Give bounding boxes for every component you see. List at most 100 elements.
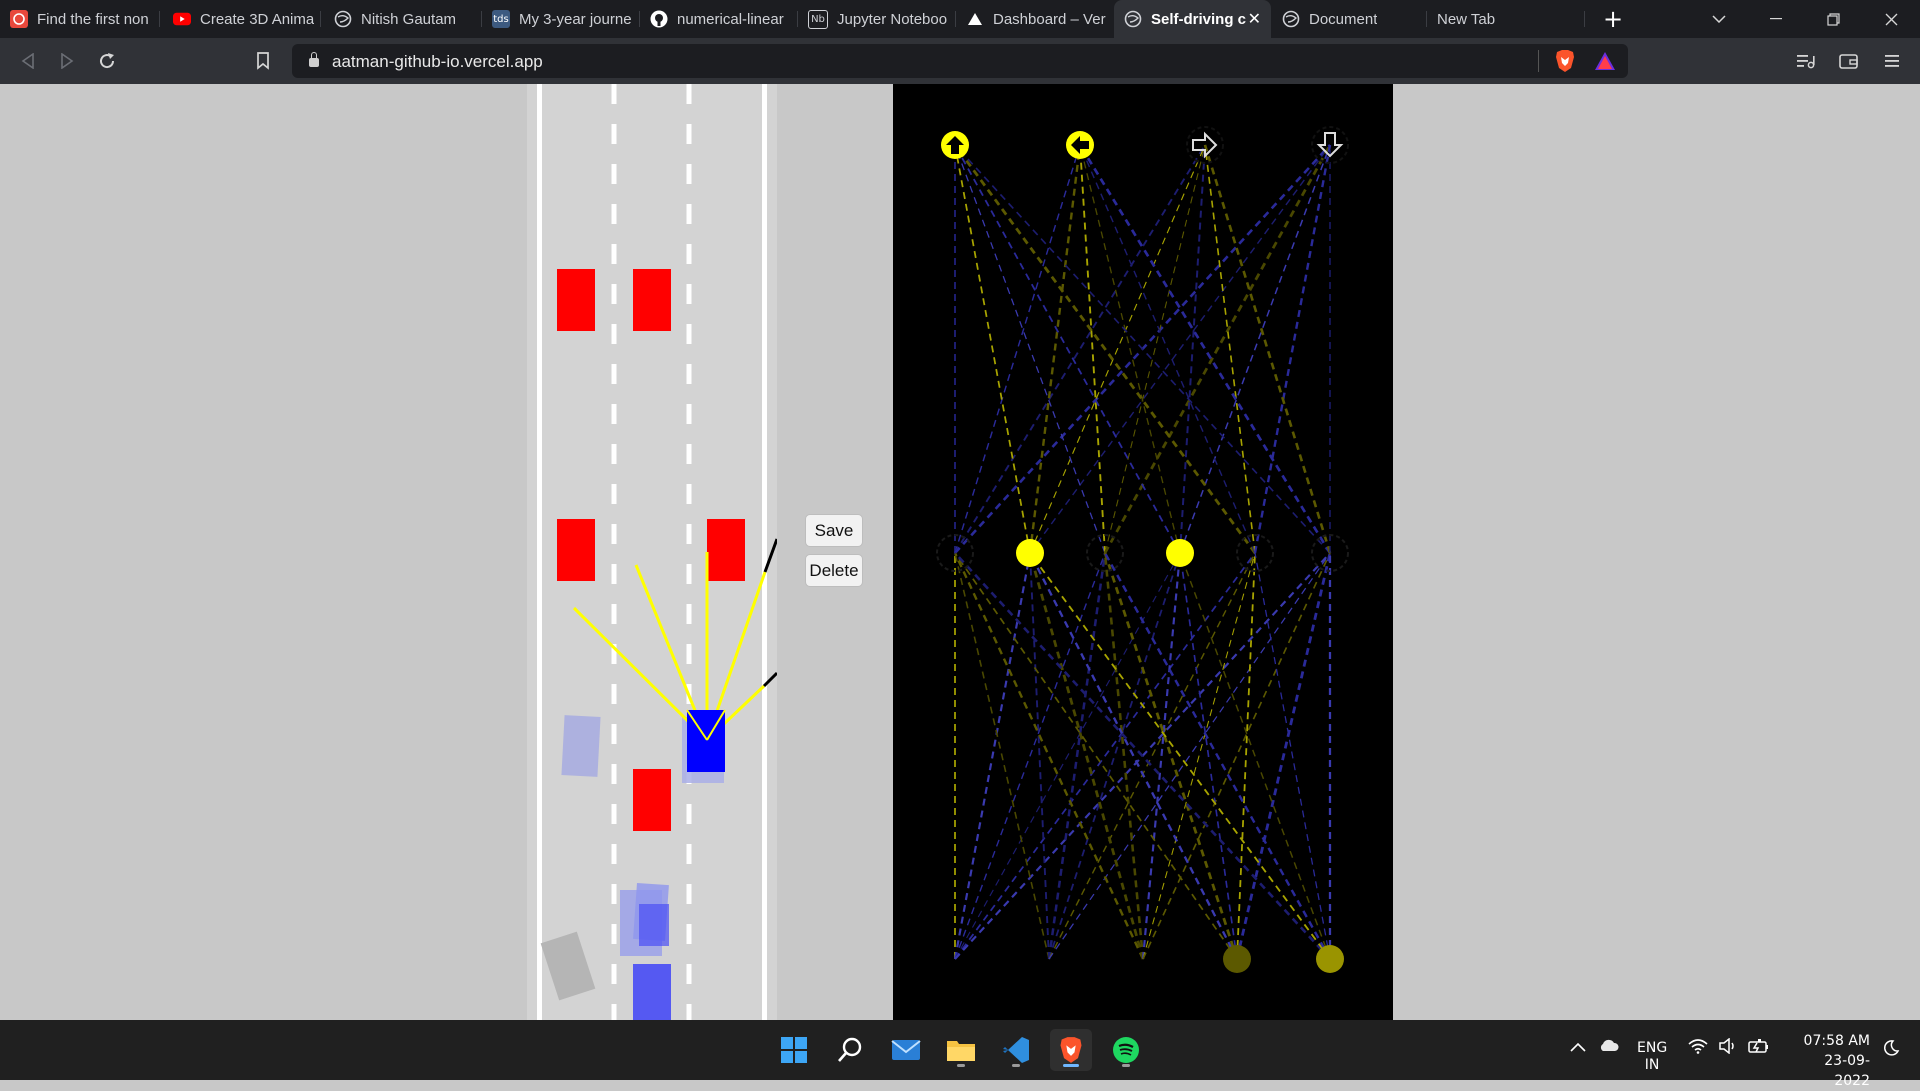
network-link [953, 144, 1257, 554]
restore-icon[interactable] [1810, 0, 1856, 38]
back-icon[interactable] [13, 46, 43, 76]
tab-numerical-linear[interactable]: numerical-linear [640, 0, 798, 38]
brave-icon[interactable] [1050, 1029, 1092, 1071]
github-icon [650, 10, 668, 28]
traffic-car [557, 519, 595, 581]
tds-icon: tds [492, 10, 510, 28]
reload-icon[interactable] [92, 46, 122, 76]
spotify-icon[interactable] [1105, 1029, 1147, 1071]
network-link [954, 552, 1106, 960]
tab-label: Dashboard – Ver [993, 10, 1106, 28]
traffic-car [707, 519, 745, 581]
tab-find-the-first[interactable]: Find the first non [0, 0, 160, 38]
tab-nitish-gautam[interactable]: Nitish Gautam [324, 0, 482, 38]
forward-icon[interactable] [52, 46, 82, 76]
tab-jupyter-notebook[interactable]: Nb Jupyter Noteboo [798, 0, 956, 38]
network-link [1048, 552, 1256, 960]
language-indicator[interactable]: ENG IN [1637, 1040, 1667, 1074]
vscode-icon[interactable] [995, 1029, 1037, 1071]
tab-label: numerical-linear [677, 10, 784, 28]
network-link [954, 552, 1256, 960]
running-indicator [1012, 1064, 1020, 1067]
globe-icon [1124, 10, 1142, 28]
new-tab-button[interactable]: + [1590, 0, 1636, 38]
wallet-icon[interactable] [1834, 46, 1864, 76]
close-window-icon[interactable] [1868, 0, 1914, 38]
vercel-icon [966, 10, 984, 28]
network-link [1079, 144, 1181, 554]
network-link [954, 552, 1181, 960]
output-nodes [941, 126, 1349, 164]
network-link [1235, 552, 1332, 960]
network-link [1104, 144, 1206, 554]
address-bar[interactable]: aatman-github-io.vercel.app [292, 44, 1628, 78]
mail-icon[interactable] [885, 1029, 927, 1071]
network-link [954, 144, 1106, 554]
tab-search-chevron-icon[interactable] [1696, 0, 1742, 38]
focus-assist-icon[interactable] [1882, 1039, 1900, 1061]
tab-dashboard-vercel[interactable]: Dashboard – Ver [956, 0, 1114, 38]
network-link [953, 552, 1032, 960]
tab-close-icon[interactable]: ✕ [1248, 9, 1261, 29]
tab-label: My 3-year journe [519, 10, 632, 28]
lock-icon [309, 52, 319, 67]
onedrive-icon[interactable] [1598, 1038, 1620, 1056]
windows-taskbar: ENG IN 07:58 AM 23-09-2022 [0, 1020, 1920, 1089]
notebook-icon: Nb [808, 9, 828, 29]
ghost-car [639, 904, 669, 946]
battery-icon[interactable] [1748, 1038, 1770, 1058]
tab-create-3d[interactable]: Create 3D Anima [163, 0, 321, 38]
tab-label: Nitish Gautam [361, 10, 457, 28]
bookmark-icon[interactable] [248, 46, 278, 76]
delete-button[interactable]: Delete [805, 554, 863, 587]
tab-document[interactable]: Document [1272, 0, 1427, 38]
url-text[interactable]: aatman-github-io.vercel.app [332, 52, 543, 72]
volume-icon[interactable] [1718, 1037, 1738, 1058]
input-node [1223, 945, 1251, 973]
running-indicator [957, 1064, 965, 1067]
network-link [1179, 552, 1331, 960]
network-link [954, 144, 1181, 554]
traffic-car [557, 269, 595, 331]
tab-label: Find the first non [37, 10, 149, 28]
road-left-border [537, 84, 542, 1020]
brave-shields-icon[interactable] [1554, 49, 1576, 78]
network-link [1048, 552, 1331, 960]
network-link [1079, 144, 1106, 554]
tray-chevron-icon[interactable] [1570, 1038, 1586, 1056]
tab-self-driving[interactable]: Self-driving c ✕ [1114, 0, 1271, 38]
network-link [1142, 552, 1331, 960]
hidden-node-active [1166, 539, 1194, 567]
wifi-icon[interactable] [1688, 1038, 1708, 1058]
clock[interactable]: 07:58 AM 23-09-2022 [1790, 1031, 1870, 1091]
minimize-icon[interactable] [1753, 0, 1799, 38]
network-link [1203, 144, 1332, 554]
tab-my-3-year-journey[interactable]: tds My 3-year journe [482, 0, 640, 38]
road-canvas [527, 84, 777, 1020]
network-link [1204, 144, 1256, 554]
page-content: Save Delete [0, 84, 1920, 1020]
save-button[interactable]: Save [805, 514, 863, 547]
clock-time: 07:58 AM [1803, 1033, 1870, 1049]
network-link [1179, 144, 1206, 554]
network-visualizer [893, 84, 1393, 1020]
tab-label: Jupyter Noteboo [837, 10, 948, 28]
tab-label: Self-driving c [1151, 10, 1247, 28]
brave-rewards-icon[interactable] [1594, 51, 1616, 76]
menu-icon[interactable] [1877, 46, 1907, 76]
network-link [1028, 144, 1082, 554]
windows-start-icon[interactable] [773, 1029, 815, 1071]
tab-label: New Tab [1437, 10, 1496, 28]
tab-separator [1584, 11, 1585, 27]
region-code: IN [1644, 1057, 1660, 1073]
openai-icon [10, 10, 28, 28]
globe-icon [1282, 10, 1300, 28]
tab-new-tab[interactable]: New Tab [1427, 0, 1585, 38]
playlist-icon[interactable] [1791, 46, 1821, 76]
network-link [1179, 144, 1331, 554]
network-link [1029, 144, 1331, 554]
search-icon[interactable] [829, 1029, 871, 1071]
file-explorer-icon[interactable] [940, 1029, 982, 1071]
clock-date: 23-09-2022 [1824, 1053, 1870, 1089]
tab-separator [159, 11, 160, 27]
